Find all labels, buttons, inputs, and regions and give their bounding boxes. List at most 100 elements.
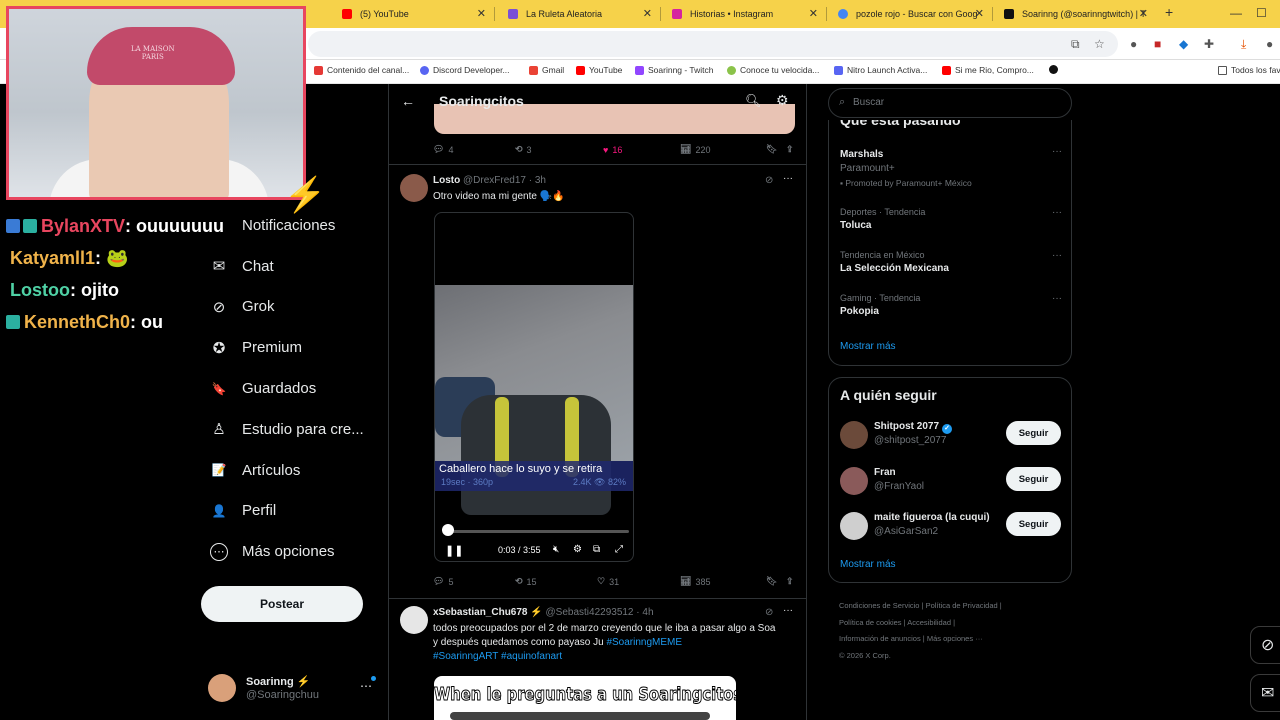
grok-icon[interactable]: ⊘ (765, 607, 773, 618)
download-icon[interactable]: ⤓ (1241, 37, 1246, 52)
like-button[interactable]: ♥ 16 (603, 144, 680, 155)
back-arrow-icon[interactable]: ← (401, 93, 415, 109)
nav-chat[interactable]: ✉ Chat (200, 246, 386, 287)
nav-premium[interactable]: ✪ Premium (200, 327, 386, 368)
reply-button[interactable]: 💬︎ 5 (433, 576, 515, 587)
views-button[interactable]: 📊︎ 220 (680, 144, 766, 155)
install-app-icon[interactable]: ⧉ (1071, 37, 1080, 52)
bookmark-item[interactable]: Si me Rio, Compro... (942, 65, 1034, 75)
browser-tab[interactable]: Historias • Instagram ✕ (660, 0, 826, 28)
mute-icon[interactable]: 🔇︎ (553, 544, 559, 555)
video-progress-bar[interactable] (445, 530, 629, 533)
follow-suggestion[interactable]: maite figueroa (la cuqui) @AsiGarSan2 Se… (840, 510, 1062, 544)
nav-notifications[interactable]: 🔔Notificaciones (200, 205, 386, 246)
close-tab-icon[interactable]: ✕ (975, 7, 984, 20)
share-button[interactable]: ⇪ (786, 576, 794, 587)
grok-floating-button[interactable]: ⊘ (1250, 626, 1280, 664)
picture-in-picture-icon[interactable]: ⧉ (593, 544, 600, 555)
follow-suggestion[interactable]: Fran @FranYaol Seguir (840, 465, 1062, 499)
views-button[interactable]: 📊︎ 385 (680, 576, 766, 587)
browser-tab[interactable]: (5) YouTube ✕ (330, 0, 494, 28)
bookmark-item[interactable]: Discord Developer... (420, 65, 510, 75)
extension-icon[interactable]: ◆ (1179, 37, 1188, 51)
post-button[interactable]: Postear (201, 586, 363, 622)
bookmark-item[interactable]: Conoce tu velocida... (727, 65, 819, 75)
footer-line[interactable]: Condiciones de Servicio | Política de Pr… (839, 598, 1039, 615)
video-player[interactable]: Caballero hace lo suyo y se retira 19sec… (434, 212, 634, 562)
close-tab-icon[interactable]: ✕ (643, 7, 652, 20)
footer-line[interactable]: Información de anuncios | Más opciones ·… (839, 631, 1039, 648)
close-tab-icon[interactable]: ✕ (477, 7, 486, 20)
trend-item[interactable]: Marshals Paramount+ ▪ Promoted by Paramo… (840, 146, 1062, 188)
follow-button[interactable]: Seguir (1006, 512, 1061, 536)
trend-item[interactable]: Deportes · Tendencia Toluca ··· (840, 207, 1062, 231)
bookmark-item[interactable]: Soarinng - Twitch (635, 65, 714, 75)
trend-item[interactable]: Gaming · Tendencia Pokopia ··· (840, 293, 1062, 317)
avatar[interactable] (400, 606, 428, 634)
fullscreen-icon[interactable]: ⤢ (615, 544, 623, 555)
pause-icon[interactable]: ❚❚ (445, 544, 463, 557)
share-button[interactable]: ⇪ (786, 144, 794, 155)
extension-icon[interactable]: ■ (1154, 37, 1161, 51)
hashtag-link[interactable]: #SoarinngART #aquinofanart (433, 651, 562, 662)
more-icon[interactable]: ⋯ (360, 679, 372, 693)
search-icon[interactable]: 🔍︎ (745, 93, 762, 109)
more-icon[interactable]: ··· (783, 605, 793, 616)
extension-icon[interactable]: ● (1130, 37, 1137, 51)
more-icon[interactable]: ··· (1052, 207, 1062, 218)
bookmark-item[interactable]: YouTube (576, 65, 622, 75)
close-tab-icon[interactable]: ✕ (809, 7, 818, 20)
gear-icon[interactable]: ⚙ (776, 92, 789, 109)
tweet-image[interactable]: When le preguntas a un Soaringcitos y un… (434, 676, 736, 720)
avatar[interactable] (400, 174, 428, 202)
follow-button[interactable]: Seguir (1006, 467, 1061, 491)
nav-more-options[interactable]: ⋯ Más opciones (200, 531, 386, 572)
nav-articles[interactable]: 📝 Artículos (200, 450, 386, 491)
tweet-author[interactable]: Losto @DrexFred17 · 3h (433, 175, 546, 186)
show-more-link[interactable]: Mostrar más (840, 559, 896, 570)
trend-item[interactable]: Tendencia en México La Selección Mexican… (840, 250, 1062, 274)
nav-profile[interactable]: 👤 Perfil (200, 491, 386, 532)
footer-line[interactable]: Política de cookies | Accesibilidad | (839, 615, 1039, 632)
like-button[interactable]: ♡ 31 (597, 576, 680, 587)
all-bookmarks-folder[interactable]: Todos los fav (1218, 65, 1280, 75)
new-tab-button[interactable]: + (1165, 4, 1173, 20)
url-bar[interactable] (308, 31, 1118, 57)
more-icon[interactable]: ··· (783, 173, 793, 184)
settings-gear-icon[interactable]: ⚙ (573, 544, 582, 555)
grok-icon[interactable]: ⊘ (765, 175, 773, 186)
messages-floating-button[interactable]: ✉ (1250, 674, 1280, 712)
browser-tab-active[interactable]: Soarinng (@soarinngtwitch) | T ✕ (992, 0, 1156, 28)
more-icon[interactable]: ··· (1052, 293, 1062, 304)
account-switcher[interactable]: Soarinng ⚡ @Soaringchuu ⋯ (208, 673, 378, 705)
nav-grok[interactable]: ⊘ Grok (200, 287, 386, 328)
nav-bookmarks[interactable]: 🔖 Guardados (200, 368, 386, 409)
bookmark-item[interactable]: Nitro Launch Activa... (834, 65, 927, 75)
tweet-author[interactable]: xSebastian_Chu678 ⚡ @Sebasti42293512 · 4… (433, 607, 654, 618)
bookmark-item[interactable]: Gmail (529, 65, 564, 75)
repost-button[interactable]: ⟲ 3 (515, 144, 603, 155)
nav-creator-studio[interactable]: ♙ Estudio para cre... (200, 409, 386, 450)
profile-avatar-icon[interactable]: ● (1266, 37, 1273, 51)
minimize-icon[interactable]: — (1230, 6, 1242, 20)
browser-tab[interactable]: pozole rojo - Buscar con Goog ✕ (826, 0, 992, 28)
video-scrubber-handle[interactable] (442, 524, 454, 536)
show-more-link[interactable]: Mostrar más (840, 341, 896, 352)
hashtag-link[interactable]: #SoarinngMEME (606, 637, 682, 648)
bookmark-item[interactable]: Contenido del canal... (314, 65, 409, 75)
bookmark-button[interactable]: 🔖︎ (766, 576, 786, 587)
browser-tab[interactable]: La Ruleta Aleatoria ✕ (496, 0, 660, 28)
bookmark-item[interactable] (1049, 65, 1058, 74)
more-icon[interactable]: ··· (1052, 250, 1062, 261)
maximize-icon[interactable]: ☐ (1256, 6, 1267, 20)
search-input[interactable]: ⌕ Buscar (828, 88, 1072, 118)
reply-button[interactable]: 💬︎ 4 (433, 144, 515, 155)
more-icon[interactable]: ··· (1052, 146, 1062, 157)
repost-button[interactable]: ⟲ 15 (515, 576, 597, 587)
bookmark-star-icon[interactable]: ☆ (1094, 37, 1105, 51)
follow-suggestion[interactable]: Shitpost 2077 ✓ @shitpost_2077 Seguir (840, 419, 1062, 453)
follow-button[interactable]: Seguir (1006, 421, 1061, 445)
bookmark-button[interactable]: 🔖︎ (766, 144, 786, 155)
close-tab-icon[interactable]: ✕ (1139, 7, 1148, 20)
extensions-puzzle-icon[interactable]: ✚ (1204, 37, 1214, 51)
